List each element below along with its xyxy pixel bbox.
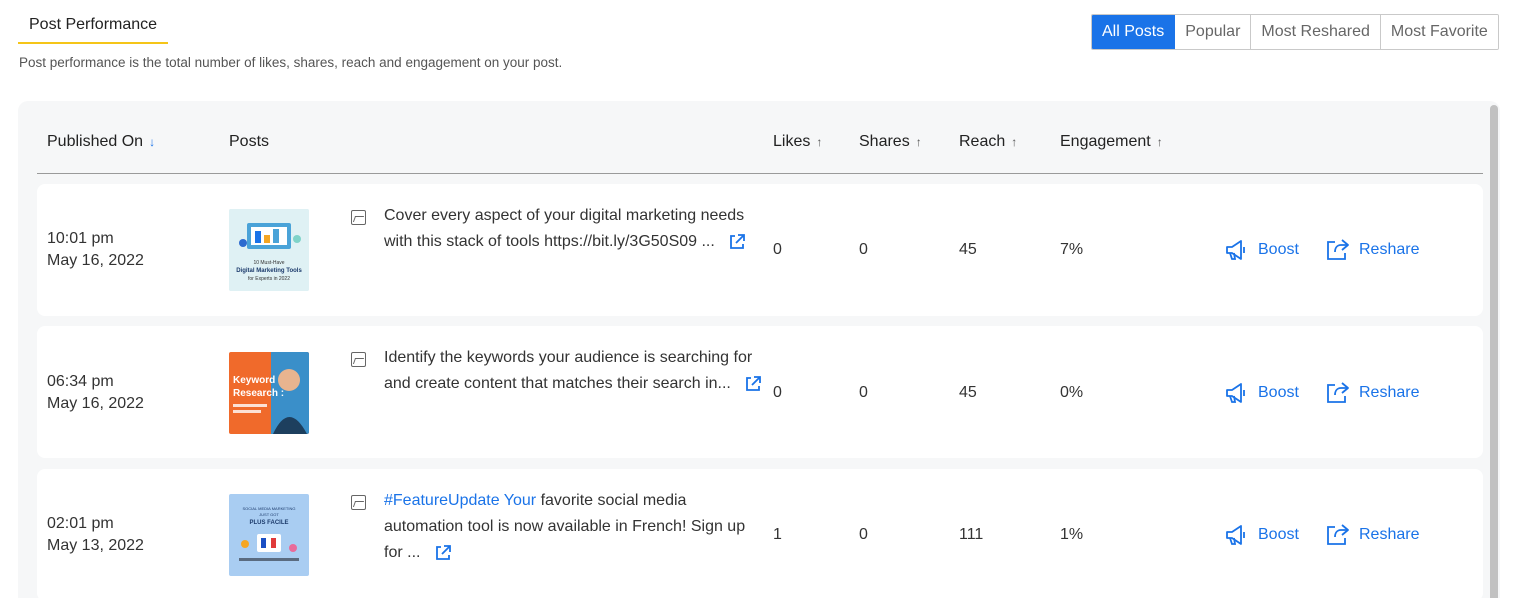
reach-value: 111 bbox=[959, 526, 984, 543]
post-text: #FeatureUpdate Your favorite social medi… bbox=[384, 488, 764, 566]
published-datetime: 02:01 pm May 13, 2022 bbox=[47, 513, 144, 557]
thumb-text: PLUS FACILE bbox=[249, 520, 288, 526]
engagement-value: 0% bbox=[1060, 384, 1084, 401]
shares-value: 0 bbox=[859, 526, 868, 543]
table-row: 10:01 pm May 16, 2022 10 Must-Have Digit… bbox=[37, 184, 1483, 316]
published-datetime: 10:01 pm May 16, 2022 bbox=[47, 228, 144, 272]
post-thumbnail[interactable]: Keyword Research : bbox=[229, 352, 309, 434]
external-link-icon[interactable] bbox=[727, 232, 747, 252]
published-time: 10:01 pm bbox=[47, 230, 114, 247]
post-filter-group: All Posts Popular Most Reshared Most Fav… bbox=[1091, 14, 1499, 50]
post-thumbnail[interactable]: 10 Must-Have Digital Marketing Tools for… bbox=[229, 209, 309, 291]
external-link-icon[interactable] bbox=[433, 543, 453, 563]
published-time: 06:34 pm bbox=[47, 373, 114, 390]
boost-label: Boost bbox=[1258, 241, 1299, 258]
reshare-button[interactable]: Reshare bbox=[1325, 238, 1419, 262]
reshare-icon bbox=[1327, 524, 1349, 545]
megaphone-icon bbox=[1226, 240, 1245, 260]
sort-asc-icon: ↑ bbox=[1011, 135, 1018, 149]
column-likes-label: Likes bbox=[773, 133, 811, 150]
header-divider bbox=[37, 173, 1483, 174]
boost-label: Boost bbox=[1258, 384, 1299, 401]
shares-value: 0 bbox=[859, 241, 868, 258]
published-datetime: 06:34 pm May 16, 2022 bbox=[47, 371, 144, 415]
column-shares[interactable]: Shares ↑ bbox=[859, 133, 922, 151]
column-posts: Posts bbox=[229, 133, 269, 151]
filter-most-favorite-button[interactable]: Most Favorite bbox=[1380, 15, 1498, 49]
thumb-text: Research : bbox=[233, 388, 284, 399]
sort-desc-icon: ↓ bbox=[149, 135, 156, 149]
reshare-button[interactable]: Reshare bbox=[1325, 523, 1419, 547]
sort-asc-icon: ↑ bbox=[816, 135, 823, 149]
engagement-value: 7% bbox=[1060, 241, 1084, 258]
likes-value: 0 bbox=[773, 241, 782, 258]
thumb-text: JUST GOT bbox=[259, 512, 279, 517]
post-performance-tab[interactable]: Post Performance bbox=[18, 14, 168, 44]
column-reach[interactable]: Reach ↑ bbox=[959, 133, 1017, 151]
column-posts-label: Posts bbox=[229, 133, 270, 150]
page-subtitle: Post performance is the total number of … bbox=[19, 55, 563, 70]
shares-value: 0 bbox=[859, 384, 868, 401]
vertical-scrollbar[interactable] bbox=[1490, 105, 1498, 598]
hashtag-link[interactable]: #FeatureUpdate Your bbox=[384, 492, 536, 509]
megaphone-icon bbox=[1226, 525, 1245, 545]
filter-all-posts-button[interactable]: All Posts bbox=[1092, 15, 1176, 49]
column-engagement[interactable]: Engagement ↑ bbox=[1060, 133, 1163, 151]
boost-button[interactable]: Boost bbox=[1224, 238, 1299, 262]
table-row: 02:01 pm May 13, 2022 SOCIAL MEDIA MARKE… bbox=[37, 469, 1483, 598]
reshare-icon bbox=[1327, 382, 1349, 403]
post-text-content: Identify the keywords your audience is s… bbox=[384, 349, 753, 392]
thumb-text: Keyword bbox=[233, 375, 275, 386]
sort-asc-icon: ↑ bbox=[1156, 135, 1163, 149]
sort-asc-icon: ↑ bbox=[915, 135, 922, 149]
published-date: May 16, 2022 bbox=[47, 252, 144, 269]
thumb-text: for Experts in 2022 bbox=[248, 276, 290, 282]
published-date: May 13, 2022 bbox=[47, 537, 144, 554]
image-post-icon bbox=[351, 495, 366, 510]
published-date: May 16, 2022 bbox=[47, 395, 144, 412]
published-time: 02:01 pm bbox=[47, 515, 114, 532]
filter-most-reshared-button[interactable]: Most Reshared bbox=[1251, 15, 1381, 49]
likes-value: 0 bbox=[773, 384, 782, 401]
column-reach-label: Reach bbox=[959, 133, 1006, 150]
reshare-button[interactable]: Reshare bbox=[1325, 381, 1419, 405]
post-thumbnail[interactable]: SOCIAL MEDIA MARKETING JUST GOT PLUS FAC… bbox=[229, 494, 309, 576]
page-title: Post Performance bbox=[29, 16, 158, 33]
reshare-label: Reshare bbox=[1359, 384, 1420, 401]
table-row: 06:34 pm May 16, 2022 Keyword Research :… bbox=[37, 326, 1483, 458]
column-engagement-label: Engagement bbox=[1060, 133, 1151, 150]
boost-label: Boost bbox=[1258, 526, 1299, 543]
engagement-value: 1% bbox=[1060, 526, 1084, 543]
boost-button[interactable]: Boost bbox=[1224, 523, 1299, 547]
reshare-label: Reshare bbox=[1359, 241, 1420, 258]
reach-value: 45 bbox=[959, 241, 977, 258]
thumb-text: Digital Marketing Tools bbox=[236, 268, 302, 274]
likes-value: 1 bbox=[773, 526, 782, 543]
post-text: Identify the keywords your audience is s… bbox=[384, 345, 764, 397]
image-post-icon bbox=[351, 352, 366, 367]
reach-value: 45 bbox=[959, 384, 977, 401]
megaphone-icon bbox=[1226, 383, 1245, 403]
column-published-on-label: Published On bbox=[47, 133, 144, 150]
filter-popular-button[interactable]: Popular bbox=[1175, 15, 1252, 49]
column-published-on[interactable]: Published On ↓ bbox=[47, 133, 155, 151]
post-text-content: Cover every aspect of your digital marke… bbox=[384, 207, 745, 250]
column-likes[interactable]: Likes ↑ bbox=[773, 133, 822, 151]
image-post-icon bbox=[351, 210, 366, 225]
boost-button[interactable]: Boost bbox=[1224, 381, 1299, 405]
post-text: Cover every aspect of your digital marke… bbox=[384, 203, 764, 255]
thumb-text: 10 Must-Have bbox=[253, 260, 284, 266]
external-link-icon[interactable] bbox=[743, 374, 763, 394]
reshare-label: Reshare bbox=[1359, 526, 1420, 543]
reshare-icon bbox=[1327, 239, 1349, 260]
thumb-text: SOCIAL MEDIA MARKETING bbox=[243, 506, 296, 511]
column-shares-label: Shares bbox=[859, 133, 910, 150]
